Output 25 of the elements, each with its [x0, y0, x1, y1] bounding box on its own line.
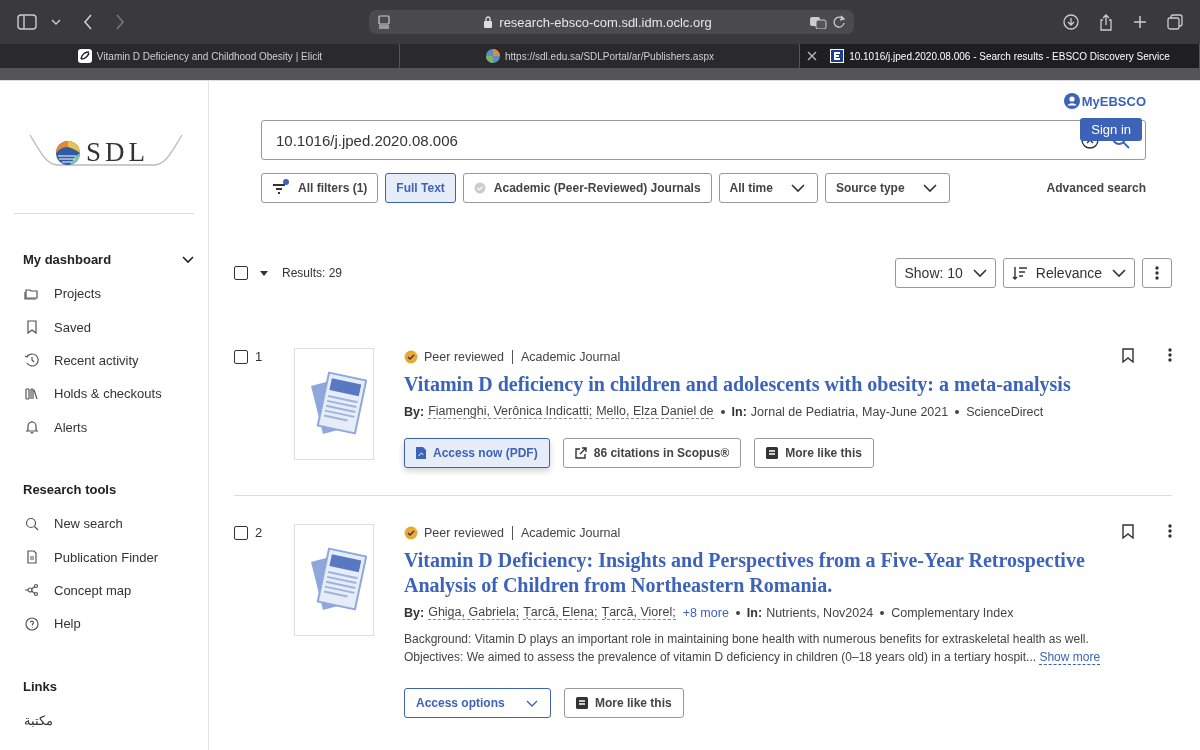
peer-reviewed-label: Peer reviewed	[424, 526, 504, 540]
result-number: 1	[255, 350, 263, 364]
by-label: By:	[404, 605, 425, 620]
results-count: Results: 29	[282, 266, 343, 280]
section-heading: My dashboard	[23, 252, 112, 267]
peer-reviewed-label: Peer reviewed	[424, 350, 504, 364]
tab-title: Vitamin D Deficiency and Childhood Obesity | Elicit	[96, 50, 323, 62]
section-heading: Links	[23, 678, 57, 694]
tooltip: Sign in	[1080, 118, 1142, 141]
database-text: ScienceDirect	[966, 404, 1044, 419]
tab-title: 10.1016/j.jped.2020.08.006 - Search results - EBSCO Discovery Service	[849, 50, 1170, 62]
source-text: Jornal de Pediatria, May-June 2021	[750, 404, 949, 419]
publication-type: Academic Journal	[520, 526, 621, 540]
result-number: 2	[255, 526, 263, 540]
in-label: In:	[746, 605, 763, 620]
source-text: Nutrients, Nov2024	[766, 605, 874, 620]
logo-text: SDL	[86, 137, 149, 168]
url-text: research-ebsco-com.sdl.idm.oclc.org	[499, 14, 712, 30]
database-text: Complementary Index	[891, 605, 1014, 620]
in-label: In:	[731, 404, 747, 419]
by-label: By:	[404, 404, 425, 419]
publication-type: Academic Journal	[520, 350, 621, 364]
tab-title: https://sdl.edu.sa/SDLPortal/ar/Publishers.aspx	[505, 50, 714, 62]
section-heading: Research tools	[23, 481, 117, 497]
abstract-text: Background: Vitamin D plays an important role in maintaining bone health with numerous benefits for extraskeletal health as well. Objectives: We aimed to assess the prevalence of vitamin D deficiency in children (0–18 years old) in a tertiary hospit... Show more	[404, 631, 1102, 666]
